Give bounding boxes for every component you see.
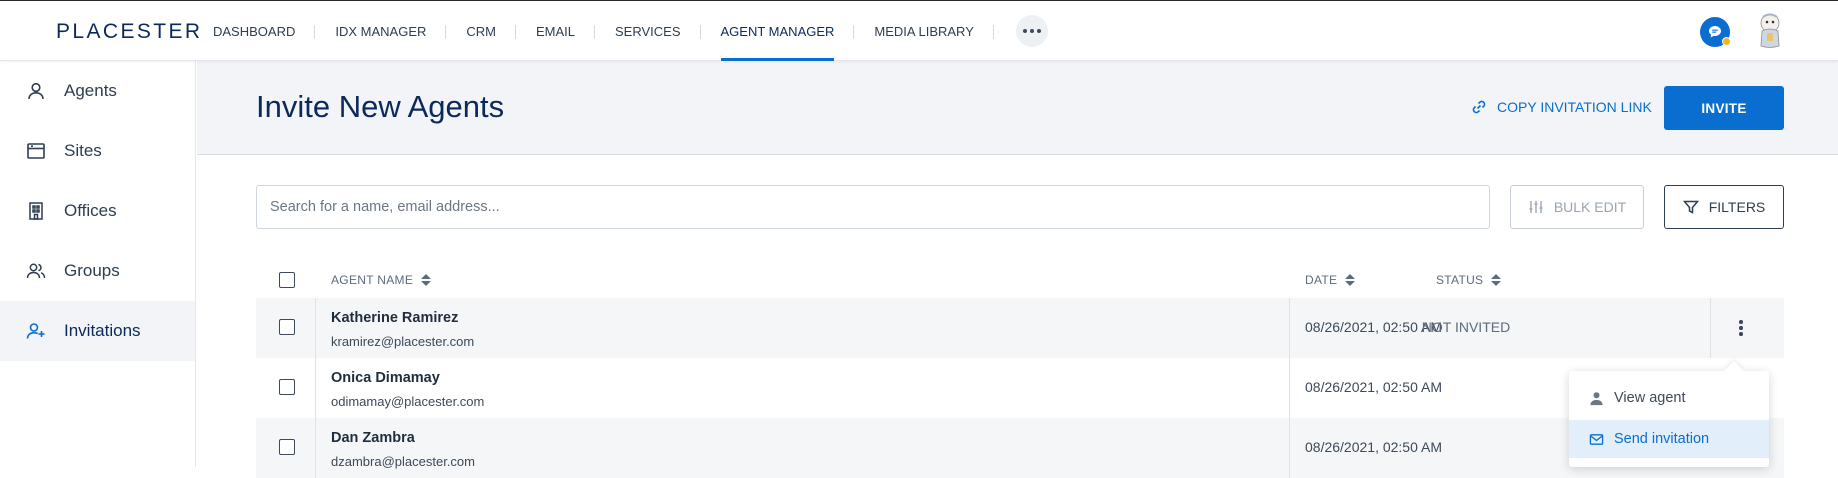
- sidebar-item-label: Agents: [64, 81, 117, 100]
- agent-name[interactable]: Onica Dimamay: [331, 370, 440, 386]
- table-header: AGENT NAME DATE STATUS: [256, 262, 1784, 298]
- sidebar-item-label: Sites: [64, 141, 102, 160]
- nav-services[interactable]: SERVICES: [595, 1, 701, 61]
- column-divider: [315, 418, 316, 478]
- column-label: STATUS: [1436, 273, 1484, 287]
- sort-icon: [1491, 274, 1502, 286]
- user-icon: [25, 80, 47, 102]
- status-badge: NOT INVITED: [1421, 319, 1511, 335]
- nav-crm[interactable]: CRM: [446, 1, 516, 61]
- sidebar-item-offices[interactable]: Offices: [0, 181, 195, 241]
- menu-item-label: View agent: [1614, 390, 1686, 406]
- more-ellipsis-icon[interactable]: [1015, 15, 1048, 47]
- main-nav: DASHBOARD IDX MANAGER CRM EMAIL SERVICES…: [213, 1, 1048, 61]
- sort-icon: [1345, 274, 1356, 286]
- column-status[interactable]: STATUS: [1436, 273, 1502, 287]
- menu-item-label: Send invitation: [1614, 431, 1710, 447]
- sidebar-item-label: Offices: [64, 201, 117, 220]
- column-divider: [315, 298, 316, 358]
- notification-badge: [1722, 37, 1731, 46]
- invite-date: 08/26/2021, 02:50 AM: [1305, 439, 1442, 455]
- nav-media-library[interactable]: MEDIA LIBRARY: [854, 1, 995, 61]
- nav-agent-manager[interactable]: AGENT MANAGER: [701, 1, 855, 61]
- column-divider: [1289, 358, 1290, 418]
- mail-icon: [1589, 433, 1604, 445]
- sidebar-item-label: Invitations: [64, 321, 141, 340]
- sort-icon: [421, 274, 432, 286]
- row-actions-menu-icon[interactable]: [1732, 318, 1750, 338]
- filter-icon: [1682, 200, 1699, 214]
- row-actions-dropdown: View agent Send invitation: [1569, 371, 1769, 467]
- column-agent-name[interactable]: AGENT NAME: [331, 273, 432, 287]
- bulk-edit-label: BULK EDIT: [1553, 199, 1627, 215]
- user-plus-icon: [25, 320, 47, 342]
- agents-table: AGENT NAME DATE STATUS Katherine Ramirez…: [256, 262, 1784, 478]
- nav-email[interactable]: EMAIL: [516, 1, 596, 61]
- group-icon: [25, 260, 47, 282]
- person-icon: [1590, 391, 1603, 405]
- sidebar: Agents Sites Offices Groups Invitations: [0, 61, 196, 467]
- nav-dashboard[interactable]: DASHBOARD: [213, 1, 316, 61]
- search-input[interactable]: [270, 199, 1489, 215]
- copy-invitation-link-button[interactable]: COPY INVITATION LINK: [1471, 99, 1652, 115]
- agent-name[interactable]: Katherine Ramirez: [331, 310, 458, 326]
- link-icon: [1472, 100, 1486, 114]
- sliders-icon: [1529, 201, 1543, 213]
- placester-logo[interactable]: PLACESTER: [56, 20, 202, 44]
- column-divider: [1710, 298, 1711, 358]
- row-checkbox[interactable]: [279, 439, 295, 455]
- top-navigation-bar: PLACESTER DASHBOARD IDX MANAGER CRM EMAI…: [0, 0, 1838, 61]
- filters-button[interactable]: FILTERS: [1664, 185, 1784, 229]
- column-divider: [1289, 418, 1290, 478]
- copy-link-label: COPY INVITATION LINK: [1497, 99, 1652, 115]
- table-row[interactable]: Katherine Ramirez kramirez@placester.com…: [256, 298, 1784, 358]
- column-label: DATE: [1305, 273, 1338, 287]
- column-divider: [1289, 298, 1290, 358]
- search-field[interactable]: [256, 185, 1490, 229]
- sidebar-item-groups[interactable]: Groups: [0, 241, 195, 301]
- column-divider: [315, 358, 316, 418]
- sidebar-item-invitations[interactable]: Invitations: [0, 301, 195, 361]
- page-title: Invite New Agents: [256, 89, 505, 124]
- filters-label: FILTERS: [1708, 199, 1766, 215]
- table-row[interactable]: Dan Zambra dzambra@placester.com 08/26/2…: [256, 418, 1784, 478]
- agent-name[interactable]: Dan Zambra: [331, 430, 415, 446]
- menu-item-send-invitation[interactable]: Send invitation: [1569, 420, 1769, 458]
- select-all-checkbox[interactable]: [279, 272, 295, 288]
- sidebar-item-agents[interactable]: Agents: [0, 61, 195, 121]
- row-checkbox[interactable]: [279, 379, 295, 395]
- browser-window-icon: [25, 140, 47, 162]
- page-header: Invite New Agents COPY INVITATION LINK I…: [197, 61, 1838, 155]
- building-icon: [25, 200, 47, 222]
- sidebar-item-sites[interactable]: Sites: [0, 121, 195, 181]
- nav-idx-manager[interactable]: IDX MANAGER: [315, 1, 447, 61]
- agent-email: odimamay@placester.com: [331, 394, 485, 409]
- chat-icon[interactable]: [1700, 17, 1731, 47]
- column-date[interactable]: DATE: [1305, 273, 1356, 287]
- sidebar-item-label: Groups: [64, 261, 120, 280]
- table-row[interactable]: Onica Dimamay odimamay@placester.com 08/…: [256, 358, 1784, 418]
- agent-email: kramirez@placester.com: [331, 334, 475, 349]
- bulk-edit-button[interactable]: BULK EDIT: [1510, 185, 1644, 229]
- row-checkbox[interactable]: [279, 319, 295, 335]
- invite-date: 08/26/2021, 02:50 AM: [1305, 379, 1442, 395]
- invite-button[interactable]: INVITE: [1664, 86, 1784, 130]
- menu-item-view-agent[interactable]: View agent: [1569, 379, 1769, 417]
- user-avatar[interactable]: [1753, 13, 1787, 49]
- column-label: AGENT NAME: [331, 273, 414, 287]
